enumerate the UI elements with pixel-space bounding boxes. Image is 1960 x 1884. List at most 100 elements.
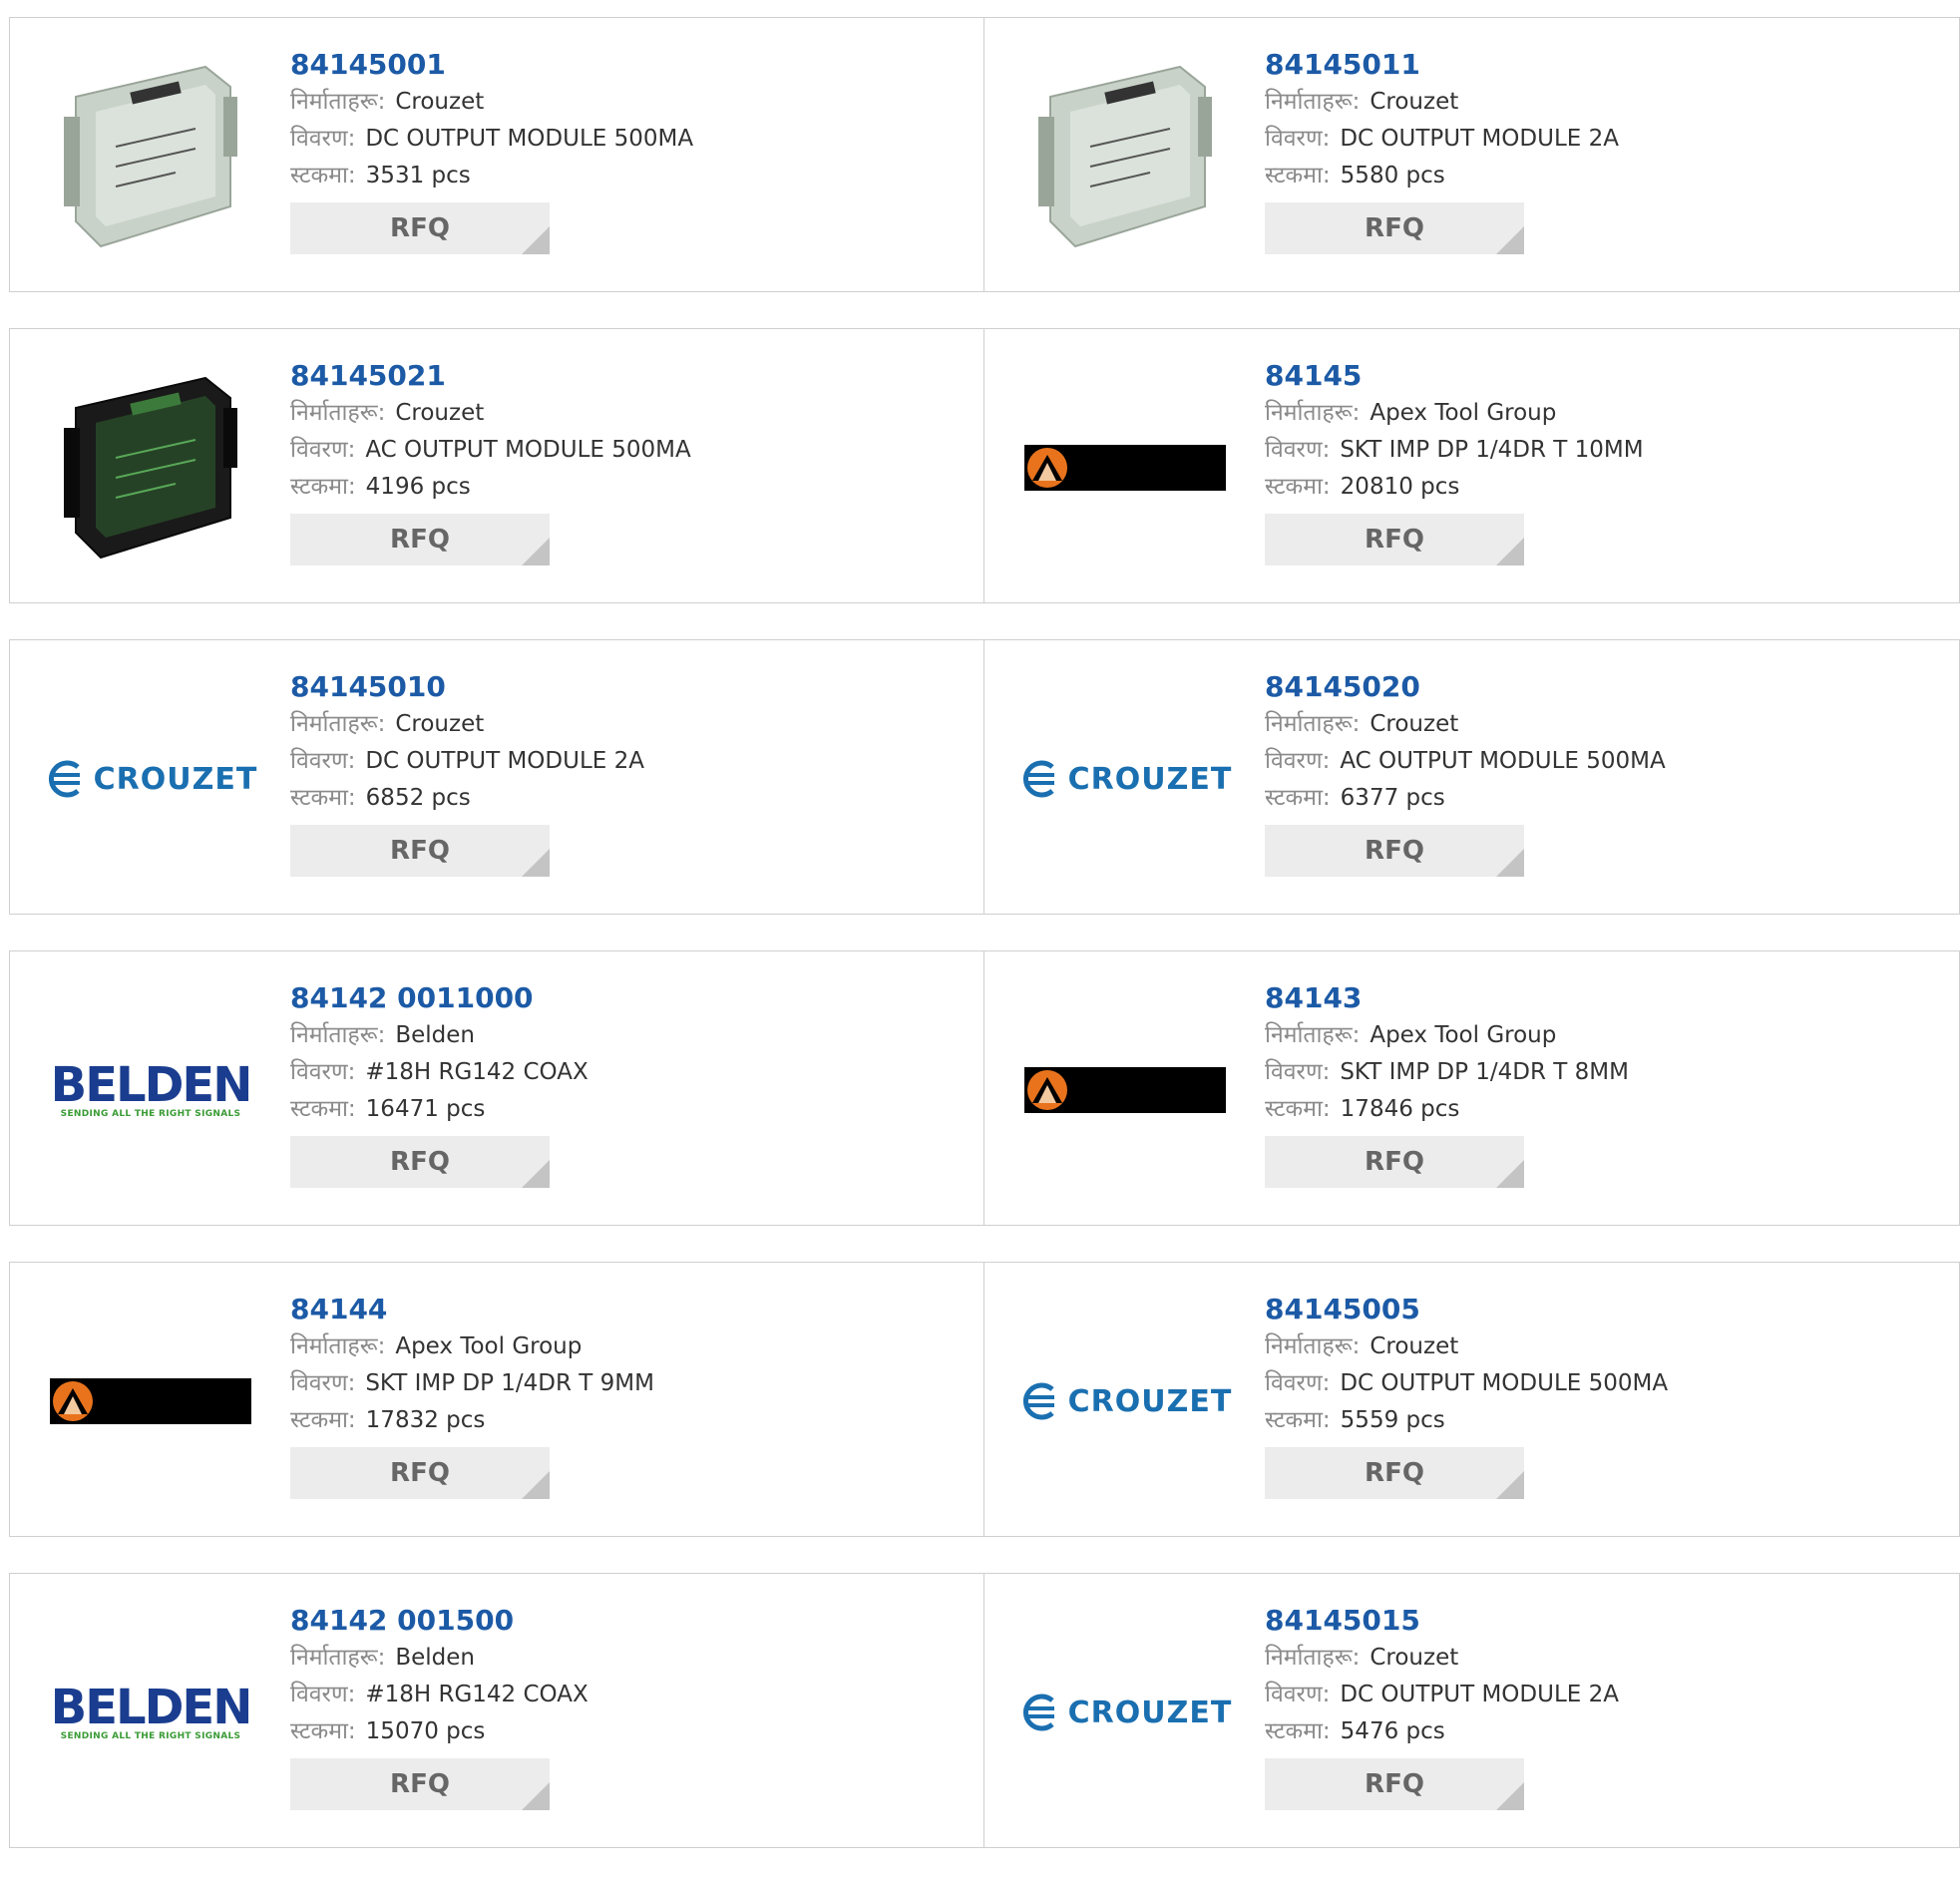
apex-logo xyxy=(1024,1067,1226,1113)
product-card: 84145 निर्माताहरू: Apex Tool Group विवरण:… xyxy=(984,328,1960,603)
description-label: विवरण: xyxy=(1265,126,1331,152)
rfq-button[interactable]: RFQ xyxy=(290,825,550,877)
product-image-link[interactable] xyxy=(1024,989,1226,1191)
rfq-label: RFQ xyxy=(390,1458,450,1488)
description-label: विवरण: xyxy=(290,1682,356,1707)
product-image-link[interactable] xyxy=(50,56,251,257)
product-row: 84145001 निर्माताहरू: Crouzet विवरण: DC OU… xyxy=(9,17,1960,292)
part-number-link[interactable]: 84145021 xyxy=(290,357,691,395)
product-image-link[interactable] xyxy=(1024,367,1226,568)
stock-value: 20810 pcs xyxy=(1340,474,1460,500)
stock-row: स्टकमा: 5580 pcs xyxy=(1265,158,1619,194)
module-photo xyxy=(64,65,237,248)
stock-label: स्टकमा: xyxy=(1265,785,1331,811)
product-row: CROUZET 84145010 निर्माताहरू: Crouzet विव… xyxy=(9,639,1960,915)
manufacturer-label: निर्माताहरू: xyxy=(1265,89,1361,115)
crouzet-emblem-icon xyxy=(1022,1694,1054,1731)
stock-value: 17846 pcs xyxy=(1340,1096,1460,1122)
product-image-link[interactable] xyxy=(50,1301,251,1502)
product-card: 84145011 निर्माताहरू: Crouzet विवरण: DC OU… xyxy=(984,17,1960,292)
part-number-link[interactable]: 84142 0011000 xyxy=(290,979,588,1017)
description-value: SKT IMP DP 1/4DR T 8MM xyxy=(1340,1059,1629,1085)
product-info: 84145021 निर्माताहरू: Crouzet विवरण: AC OU… xyxy=(290,357,691,565)
part-number-link[interactable]: 84145011 xyxy=(1265,46,1619,84)
description-label: विवरण: xyxy=(1265,437,1331,463)
product-card: BELDEN SENDING ALL THE RIGHT SIGNALS 8414… xyxy=(9,950,984,1226)
part-number-link[interactable]: 84145015 xyxy=(1265,1602,1619,1640)
description-value: #18H RG142 COAX xyxy=(365,1059,588,1085)
product-image-link[interactable] xyxy=(50,367,251,568)
part-number-link[interactable]: 84142 001500 xyxy=(290,1602,588,1640)
part-number-link[interactable]: 84145005 xyxy=(1265,1291,1668,1328)
description-row: विवरण: DC OUTPUT MODULE 2A xyxy=(1265,121,1619,158)
stock-value: 3531 pcs xyxy=(365,163,471,188)
description-value: DC OUTPUT MODULE 2A xyxy=(365,748,644,774)
product-card: CROUZET 84145005 निर्माताहरू: Crouzet विव… xyxy=(984,1262,1960,1537)
part-number-link[interactable]: 84143 xyxy=(1265,979,1629,1017)
rfq-button[interactable]: RFQ xyxy=(290,1447,550,1499)
stock-label: स्टकमा: xyxy=(1265,1407,1331,1433)
module-photo xyxy=(1038,65,1212,248)
button-corner-decoration xyxy=(522,1160,550,1188)
stock-value: 17832 pcs xyxy=(365,1407,486,1433)
manufacturer-label: निर्माताहरू: xyxy=(1265,400,1361,426)
stock-label: स्टकमा: xyxy=(1265,1096,1331,1122)
product-card: CROUZET 84145020 निर्माताहरू: Crouzet विव… xyxy=(984,639,1960,915)
belden-logo: BELDEN SENDING ALL THE RIGHT SIGNALS xyxy=(50,1680,253,1741)
rfq-button[interactable]: RFQ xyxy=(1265,1758,1524,1810)
part-number-link[interactable]: 84145020 xyxy=(1265,668,1666,706)
description-label: विवरण: xyxy=(290,1059,356,1085)
manufacturer-label: निर्माताहरू: xyxy=(290,400,386,426)
crouzet-logo: CROUZET xyxy=(1018,757,1233,801)
rfq-label: RFQ xyxy=(390,836,450,866)
description-row: विवरण: AC OUTPUT MODULE 500MA xyxy=(290,432,691,469)
rfq-label: RFQ xyxy=(390,213,450,243)
description-value: SKT IMP DP 1/4DR T 9MM xyxy=(365,1370,654,1396)
part-number-link[interactable]: 84145 xyxy=(1265,357,1644,395)
rfq-button[interactable]: RFQ xyxy=(1265,1447,1524,1499)
rfq-button[interactable]: RFQ xyxy=(290,1758,550,1810)
product-info: 84142 001500 निर्माताहरू: Belden विवरण: #1… xyxy=(290,1602,588,1810)
part-number-link[interactable]: 84144 xyxy=(290,1291,654,1328)
product-image-link[interactable]: CROUZET xyxy=(1022,1612,1231,1813)
description-value: DC OUTPUT MODULE 500MA xyxy=(365,126,694,152)
manufacturer-label: निर्माताहरू: xyxy=(290,1645,386,1671)
rfq-button[interactable]: RFQ xyxy=(290,1136,550,1188)
apex-emblem-icon xyxy=(53,1381,93,1421)
product-image-link[interactable]: CROUZET xyxy=(1022,1301,1231,1502)
product-image-link[interactable]: BELDEN SENDING ALL THE RIGHT SIGNALS xyxy=(50,989,253,1191)
description-label: विवरण: xyxy=(1265,1370,1331,1396)
description-row: विवरण: SKT IMP DP 1/4DR T 10MM xyxy=(1265,432,1644,469)
stock-value: 6852 pcs xyxy=(365,785,471,811)
button-corner-decoration xyxy=(1496,226,1524,254)
rfq-button[interactable]: RFQ xyxy=(290,202,550,254)
rfq-button[interactable]: RFQ xyxy=(290,514,550,565)
product-card: CROUZET 84145010 निर्माताहरू: Crouzet विव… xyxy=(9,639,984,915)
manufacturer-value: Crouzet xyxy=(395,400,485,426)
description-label: विवरण: xyxy=(290,126,356,152)
button-corner-decoration xyxy=(1496,849,1524,877)
stock-value: 16471 pcs xyxy=(365,1096,486,1122)
product-info: 84145015 निर्माताहरू: Crouzet विवरण: DC OU… xyxy=(1265,1602,1619,1810)
product-image-link[interactable] xyxy=(1024,56,1226,257)
stock-row: स्टकमा: 6377 pcs xyxy=(1265,780,1666,817)
stock-value: 15070 pcs xyxy=(365,1718,486,1744)
part-number-link[interactable]: 84145001 xyxy=(290,46,693,84)
rfq-button[interactable]: RFQ xyxy=(1265,1136,1524,1188)
stock-value: 5580 pcs xyxy=(1340,163,1445,188)
rfq-button[interactable]: RFQ xyxy=(1265,514,1524,565)
part-number-link[interactable]: 84145010 xyxy=(290,668,644,706)
apex-logo xyxy=(50,1378,251,1424)
button-corner-decoration xyxy=(522,1471,550,1499)
product-image-link[interactable]: CROUZET xyxy=(1022,678,1231,880)
rfq-button[interactable]: RFQ xyxy=(1265,202,1524,254)
description-value: DC OUTPUT MODULE 2A xyxy=(1340,126,1619,152)
rfq-button[interactable]: RFQ xyxy=(1265,825,1524,877)
product-image-link[interactable]: BELDEN SENDING ALL THE RIGHT SIGNALS xyxy=(50,1612,253,1813)
manufacturer-row: निर्माताहरू: Apex Tool Group xyxy=(1265,395,1644,432)
button-corner-decoration xyxy=(1496,538,1524,565)
manufacturer-value: Crouzet xyxy=(395,711,485,737)
description-value: #18H RG142 COAX xyxy=(365,1682,588,1707)
rfq-label: RFQ xyxy=(1365,836,1424,866)
product-image-link[interactable]: CROUZET xyxy=(48,678,256,880)
